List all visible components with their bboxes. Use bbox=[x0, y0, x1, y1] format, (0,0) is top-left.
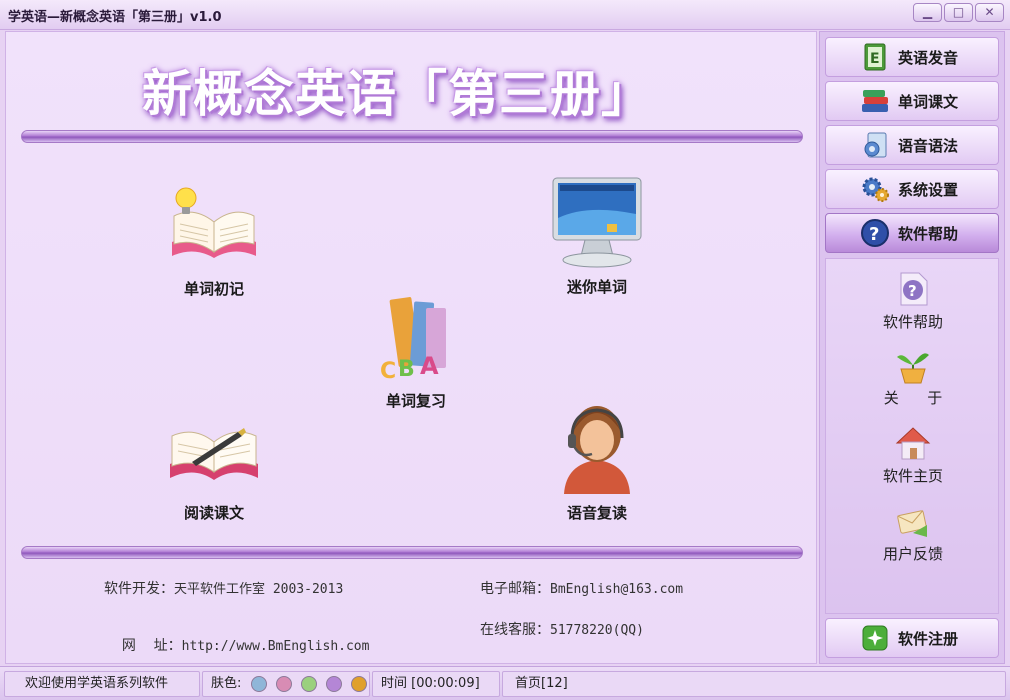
nav-label: 单词课文 bbox=[898, 92, 959, 111]
time-text: 时间 [00:00:09] bbox=[381, 676, 480, 691]
func-word-review[interactable]: C B A 单词复习 bbox=[351, 288, 481, 411]
help-document-icon: ? bbox=[900, 272, 928, 306]
question-circle-icon: ? bbox=[860, 218, 890, 248]
sub-item-about[interactable]: 关 于 bbox=[826, 345, 1000, 408]
skin-swatch-blue[interactable] bbox=[250, 675, 267, 692]
svg-text:E: E bbox=[870, 51, 880, 67]
sub-item-feedback[interactable]: 用户反馈 bbox=[826, 501, 1000, 564]
svg-text:A: A bbox=[420, 352, 439, 380]
skin-swatch-green[interactable] bbox=[300, 675, 317, 692]
email-label: 电子邮箱： bbox=[480, 581, 550, 597]
website-label: 网 址： bbox=[121, 638, 182, 654]
bottom-divider bbox=[21, 546, 803, 559]
svg-text:C: C bbox=[380, 359, 396, 384]
email-info: 电子邮箱：BmEnglish@163.com bbox=[480, 578, 683, 598]
banner-title: 新概念英语「第三册」 bbox=[142, 64, 652, 123]
headset-operator-icon bbox=[564, 406, 630, 494]
func-word-first-memory[interactable]: 单词初记 bbox=[149, 182, 279, 299]
support-info: 在线客服：51778220(QQ) bbox=[480, 619, 644, 639]
svg-text:?: ? bbox=[869, 224, 879, 245]
register-label: 软件注册 bbox=[898, 629, 959, 648]
svg-text:?: ? bbox=[908, 282, 917, 300]
func-label: 单词初记 bbox=[183, 280, 244, 298]
nav-label: 软件帮助 bbox=[898, 224, 959, 243]
gears-icon bbox=[860, 174, 890, 204]
website-info: 网 址：http://www.BmEnglish.com bbox=[104, 619, 370, 671]
welcome-text: 欢迎使用学英语系列软件 bbox=[25, 676, 169, 691]
sub-item-label: 软件帮助 bbox=[882, 313, 943, 331]
developer-label: 软件开发： bbox=[104, 581, 174, 597]
sub-item-homepage[interactable]: 软件主页 bbox=[826, 423, 1000, 486]
nav-software-help[interactable]: ? 软件帮助 bbox=[825, 213, 999, 253]
func-voice-repeat[interactable]: 语音复读 bbox=[532, 398, 662, 523]
help-subpanel: ? 软件帮助 关 于 软件主页 用户反馈 bbox=[825, 258, 999, 614]
main-panel: 新概念英语「第三册」 单词初记 迷你单词 C B A 单词复习 阅读课文 语音复… bbox=[5, 31, 817, 664]
func-mini-words[interactable]: 迷你单词 bbox=[532, 174, 662, 297]
func-read-text[interactable]: 阅读课文 bbox=[149, 408, 279, 523]
nav-voice-grammar[interactable]: 语音语法 bbox=[825, 125, 999, 165]
nav-system-settings[interactable]: 系统设置 bbox=[825, 169, 999, 209]
developer-info: 软件开发：天平软件工作室 2003-2013 bbox=[104, 578, 343, 598]
func-label: 单词复习 bbox=[385, 392, 446, 410]
e-book-icon: E bbox=[860, 42, 890, 72]
page-segment: 首页[12] bbox=[502, 671, 1006, 697]
time-segment: 时间 [00:00:09] bbox=[372, 671, 500, 697]
skin-swatch-pink[interactable] bbox=[275, 675, 292, 692]
skin-segment: 肤色: bbox=[202, 671, 370, 697]
maximize-button[interactable]: □ bbox=[944, 3, 973, 22]
func-label: 迷你单词 bbox=[566, 278, 627, 296]
developer-value: 天平软件工作室 2003-2013 bbox=[174, 582, 344, 597]
email-value: BmEnglish@163.com bbox=[550, 582, 684, 597]
window-title: 学英语—新概念英语「第三册」v1.0 bbox=[8, 10, 222, 25]
svg-text:B: B bbox=[398, 357, 415, 382]
website-link[interactable]: http://www.BmEnglish.com bbox=[182, 639, 370, 654]
skin-swatch-purple[interactable] bbox=[325, 675, 342, 692]
func-label: 语音复读 bbox=[566, 504, 627, 522]
window-controls: ▁ □ ✕ bbox=[913, 3, 1004, 22]
minimize-button[interactable]: ▁ bbox=[913, 3, 942, 22]
plant-pot-icon bbox=[897, 353, 929, 384]
welcome-segment: 欢迎使用学英语系列软件 bbox=[4, 671, 200, 697]
func-label: 阅读课文 bbox=[183, 504, 244, 522]
envelope-icon bbox=[897, 510, 927, 537]
home-icon bbox=[895, 427, 931, 460]
page-text: 首页[12] bbox=[515, 676, 568, 691]
skin-label: 肤色: bbox=[211, 676, 242, 691]
nav-label: 系统设置 bbox=[898, 180, 959, 199]
sub-item-label: 软件主页 bbox=[882, 467, 943, 485]
books-stack-icon bbox=[860, 86, 890, 116]
speaker-document-icon bbox=[860, 130, 890, 160]
close-button[interactable]: ✕ bbox=[975, 3, 1004, 22]
open-book-lightbulb-icon bbox=[172, 187, 256, 258]
support-value: 51778220(QQ) bbox=[550, 623, 644, 638]
abc-books-icon: C B A bbox=[380, 297, 446, 384]
sub-item-help[interactable]: ? 软件帮助 bbox=[826, 269, 1000, 332]
sub-item-label: 关 于 bbox=[883, 389, 943, 407]
nav-english-pronunciation[interactable]: E 英语发音 bbox=[825, 37, 999, 77]
support-label: 在线客服： bbox=[480, 622, 550, 638]
book-pen-icon bbox=[170, 428, 258, 480]
status-bar: 欢迎使用学英语系列软件 肤色: 时间 [00:00:09] 首页[12] bbox=[0, 666, 1010, 700]
top-divider bbox=[21, 130, 803, 143]
monitor-icon bbox=[552, 177, 642, 268]
nav-label: 语音语法 bbox=[898, 136, 959, 155]
sidebar: E 英语发音 单词课文 语音语法 系统设置 ? 软件帮助 ? 软件帮助 关 于 … bbox=[819, 31, 1005, 664]
register-button[interactable]: 软件注册 bbox=[825, 618, 999, 658]
sparkle-icon bbox=[860, 623, 890, 653]
nav-label: 英语发音 bbox=[898, 48, 959, 67]
skin-swatch-orange[interactable] bbox=[351, 675, 368, 692]
nav-word-text[interactable]: 单词课文 bbox=[825, 81, 999, 121]
sub-item-label: 用户反馈 bbox=[882, 545, 943, 563]
title-bar[interactable]: 学英语—新概念英语「第三册」v1.0 ▁ □ ✕ bbox=[0, 0, 1010, 30]
